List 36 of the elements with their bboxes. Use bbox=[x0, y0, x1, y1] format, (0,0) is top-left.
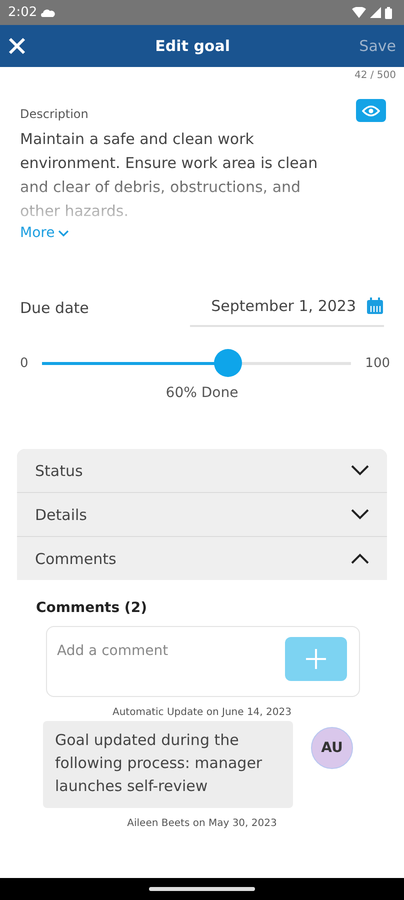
avatar: AU bbox=[311, 727, 353, 769]
date-field[interactable]: September 1, 2023 bbox=[190, 289, 384, 327]
close-icon bbox=[8, 37, 26, 55]
home-handle[interactable] bbox=[149, 887, 255, 891]
calendar-icon bbox=[366, 297, 384, 315]
accordion-header[interactable]: Comments bbox=[17, 537, 387, 580]
progress-reading: 60% Done bbox=[166, 385, 238, 401]
chevron-down-icon bbox=[351, 509, 369, 520]
description-text: Maintain a safe and clean work environment. Ensure work area is clean and clear of debris, obstructions, and other hazards. bbox=[20, 129, 319, 222]
status-time: 2:02 bbox=[8, 5, 38, 20]
comments-heading: Comments (2) bbox=[36, 600, 148, 616]
signal-icon bbox=[370, 7, 381, 18]
preview-button[interactable] bbox=[356, 99, 386, 122]
chevron-down-icon bbox=[58, 230, 69, 236]
accordion-header[interactable]: Status bbox=[17, 449, 387, 492]
eye-icon bbox=[362, 104, 380, 116]
slider-thumb[interactable] bbox=[214, 349, 242, 377]
wifi-icon bbox=[352, 7, 366, 18]
chevron-up-icon bbox=[351, 553, 369, 564]
plus-icon bbox=[306, 649, 326, 669]
character-counter: 42 / 500 bbox=[353, 69, 397, 81]
comment-bubble: Goal updated during the following process: manager launches self-review bbox=[43, 721, 293, 808]
comment-box[interactable]: Add a comment bbox=[46, 626, 360, 697]
due-date-label: Due date bbox=[20, 299, 89, 317]
cloud-icon bbox=[41, 8, 56, 16]
add-comment-button[interactable] bbox=[285, 637, 347, 681]
comment-meta: Aileen Beets on May 30, 2023 bbox=[127, 818, 277, 829]
description-label: Description bbox=[20, 107, 90, 121]
slider-min-label: 0 bbox=[20, 356, 28, 370]
accordion-header[interactable]: Details bbox=[17, 493, 387, 536]
comment-meta: Automatic Update on June 14, 2023 bbox=[112, 707, 292, 718]
close-button[interactable] bbox=[8, 37, 26, 55]
slider-max-label: 100 bbox=[365, 356, 390, 370]
battery-icon bbox=[385, 6, 392, 18]
chevron-down-icon bbox=[351, 465, 369, 476]
screen-title: Edit goal bbox=[155, 37, 230, 55]
